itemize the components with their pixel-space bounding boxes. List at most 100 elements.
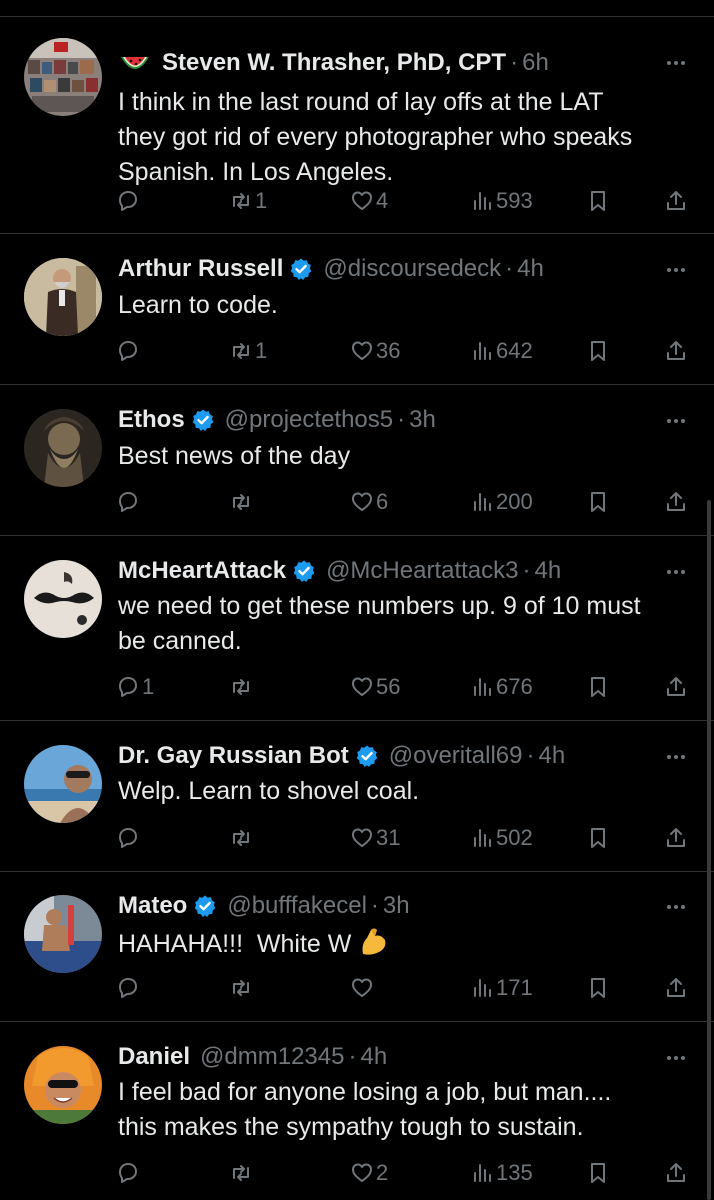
avatar[interactable]	[24, 895, 102, 973]
avatar[interactable]	[24, 1046, 102, 1124]
share-button[interactable]	[664, 822, 688, 854]
retweet-button[interactable]: 1	[229, 335, 267, 367]
display-name[interactable]: Arthur Russell	[118, 253, 283, 285]
verified-badge-icon	[195, 895, 216, 917]
more-icon[interactable]	[664, 258, 688, 282]
tweet-actions: 1 36 642	[0, 335, 714, 367]
more-icon[interactable]	[664, 409, 688, 433]
share-button[interactable]	[664, 1157, 688, 1189]
share-button[interactable]	[664, 335, 688, 367]
like-button[interactable]: 56	[350, 671, 400, 703]
tweet[interactable]: Arthur Russell @discoursedeck · 4h Learn…	[0, 234, 714, 385]
timestamp[interactable]: 4h	[360, 1041, 387, 1073]
like-button[interactable]: 31	[350, 822, 400, 854]
handle[interactable]: @discoursedeck	[323, 253, 501, 285]
like-button[interactable]: 2	[350, 1157, 388, 1189]
bookmark-button[interactable]	[586, 185, 610, 217]
timestamp[interactable]: 4h	[534, 555, 561, 587]
avatar[interactable]	[24, 38, 102, 116]
like-button[interactable]: 6	[350, 486, 388, 518]
views-button[interactable]: 171	[470, 972, 533, 1004]
display-name[interactable]: Mateo	[118, 890, 187, 922]
heart-icon	[352, 828, 372, 847]
share-button[interactable]	[664, 972, 688, 1004]
tweet[interactable]: McHeartAttack @McHeartattack3 · 4h we ne…	[0, 536, 714, 721]
views-button[interactable]: 200	[470, 486, 533, 518]
retweet-button[interactable]	[229, 1157, 255, 1189]
share-icon	[667, 492, 685, 511]
reply-icon	[119, 341, 137, 361]
reply-button[interactable]	[116, 486, 142, 518]
retweet-button[interactable]: 1	[229, 185, 267, 217]
views-icon	[474, 192, 491, 210]
retweet-button[interactable]	[229, 972, 255, 1004]
tweet-header: Dr. Gay Russian Bot @overitall69 · 4h	[118, 740, 654, 772]
handle[interactable]: @bufffakecel	[227, 890, 367, 922]
share-icon	[667, 828, 685, 847]
like-button[interactable]: 36	[350, 335, 400, 367]
handle[interactable]: @projectethos5	[225, 404, 393, 436]
views-button[interactable]: 502	[470, 822, 533, 854]
avatar[interactable]	[24, 258, 102, 336]
avatar[interactable]	[24, 560, 102, 638]
retweet-icon	[233, 830, 249, 846]
more-icon[interactable]	[664, 745, 688, 769]
like-button[interactable]	[350, 972, 376, 1004]
retweet-icon	[233, 193, 249, 209]
retweet-button[interactable]	[229, 486, 255, 518]
reply-button[interactable]	[116, 822, 142, 854]
avatar[interactable]	[24, 745, 102, 823]
tweet[interactable]: Ethos @projectethos5 · 3h Best news of t…	[0, 385, 714, 536]
share-button[interactable]	[664, 671, 688, 703]
tweet[interactable]: Daniel @dmm12345 · 4h I feel bad for any…	[0, 1022, 714, 1200]
timestamp[interactable]: 3h	[383, 890, 410, 922]
bookmark-button[interactable]	[586, 972, 610, 1004]
reply-button[interactable]	[116, 335, 142, 367]
timestamp[interactable]: 6h	[522, 47, 549, 79]
reply-button[interactable]	[116, 1157, 142, 1189]
heart-icon	[352, 341, 372, 360]
more-icon[interactable]	[664, 1046, 688, 1070]
display-name[interactable]: Steven W. Thrasher, PhD, CPT	[162, 47, 506, 79]
views-button[interactable]: 135	[470, 1157, 533, 1189]
bookmark-button[interactable]	[586, 822, 610, 854]
tweet[interactable]: Mateo @bufffakecel · 3h HAHAHA!!! White …	[0, 872, 714, 1022]
timestamp[interactable]: 3h	[409, 404, 436, 436]
retweet-icon	[233, 494, 249, 510]
bookmark-button[interactable]	[586, 486, 610, 518]
bookmark-icon	[591, 191, 605, 211]
display-name[interactable]: McHeartAttack	[118, 555, 286, 587]
more-icon[interactable]	[664, 895, 688, 919]
avatar[interactable]	[24, 409, 102, 487]
tweet-actions: 6 200	[0, 486, 714, 518]
handle[interactable]: @overitall69	[389, 740, 523, 772]
views-button[interactable]: 642	[470, 335, 533, 367]
like-button[interactable]: 4	[350, 185, 388, 217]
share-button[interactable]	[664, 486, 688, 518]
display-name[interactable]: Daniel	[118, 1041, 190, 1073]
reply-button[interactable]: 1	[116, 671, 154, 703]
like-count: 6	[376, 489, 389, 514]
display-name[interactable]: Dr. Gay Russian Bot	[118, 740, 349, 772]
bookmark-button[interactable]	[586, 335, 610, 367]
view-count: 676	[496, 674, 533, 699]
share-button[interactable]	[664, 185, 688, 217]
views-button[interactable]: 593	[470, 185, 533, 217]
handle[interactable]: @McHeartattack3	[326, 555, 518, 587]
retweet-button[interactable]	[229, 822, 255, 854]
retweet-button[interactable]	[229, 671, 255, 703]
views-button[interactable]: 676	[470, 671, 533, 703]
reply-button[interactable]	[116, 185, 142, 217]
more-icon[interactable]	[664, 51, 688, 75]
tweet[interactable]: Dr. Gay Russian Bot @overitall69 · 4h We…	[0, 721, 714, 872]
tweet[interactable]: Steven W. Thrasher, PhD, CPT · 6h I thin…	[0, 17, 714, 234]
reply-button[interactable]	[116, 972, 142, 1004]
timestamp[interactable]: 4h	[517, 253, 544, 285]
display-name[interactable]: Ethos	[118, 404, 185, 436]
bookmark-button[interactable]	[586, 1157, 610, 1189]
timestamp[interactable]: 4h	[539, 740, 566, 772]
more-icon[interactable]	[664, 560, 688, 584]
handle[interactable]: @dmm12345	[200, 1041, 344, 1073]
tweet-header: Daniel @dmm12345 · 4h	[118, 1041, 654, 1073]
bookmark-button[interactable]	[586, 671, 610, 703]
